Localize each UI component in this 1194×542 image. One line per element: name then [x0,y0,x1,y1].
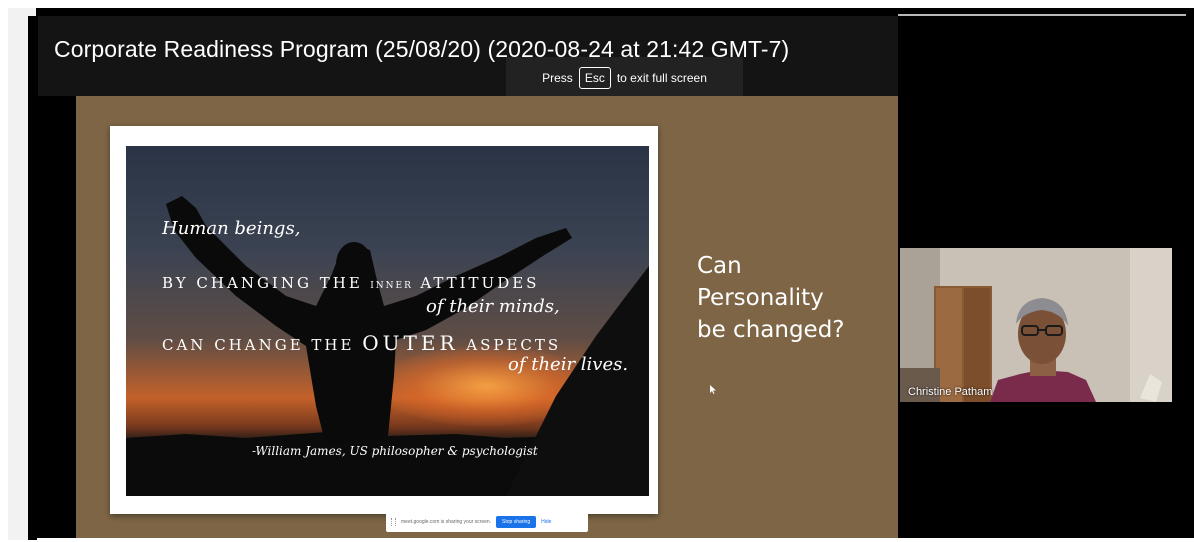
hint-prefix: Press [542,70,573,85]
slide-question: Can Personality be changed? [697,250,845,346]
drag-handle-icon[interactable] [391,518,396,526]
esc-key[interactable]: Esc [578,66,611,89]
participant-video [900,248,1172,402]
share-message: meet.google.com is sharing your screen. [401,519,492,525]
quote-line-4b: OUTER [362,331,459,355]
left-window-border [28,16,37,540]
quote-line-4: CAN CHANGE THE OUTER ASPECTS [162,331,561,355]
question-part-1: Can [697,253,742,279]
quote-line-1: Human beings, [162,218,301,239]
question-part-3: be changed? [697,317,845,343]
quote-line-2c: ATTITUDES [420,274,540,292]
quote-photo: Human beings, BY CHANGING THE INNER ATTI… [126,146,649,496]
quote-line-2b: INNER [370,281,413,291]
stop-sharing-button[interactable]: Stop sharing [496,516,537,528]
quote-line-2: BY CHANGING THE INNER ATTITUDES [162,274,539,292]
hide-button[interactable]: Hide [541,519,551,525]
quote-line-3: of their minds, [426,296,560,317]
participant-name: Christine Patham [908,386,993,398]
quote-line-5: of their lives. [508,354,629,375]
quote-line-4a: CAN CHANGE THE [162,336,355,354]
question-part-2: Personality [697,285,824,311]
screen-share-bar: meet.google.com is sharing your screen. … [386,512,588,532]
participant-video-tile[interactable] [900,248,1172,402]
fullscreen-exit-hint: Press Esc to exit full screen [506,57,743,98]
quote-line-2a: BY CHANGING THE [162,274,363,292]
mouse-cursor-icon [710,385,716,394]
hint-suffix: to exit full screen [616,70,707,85]
window-divider [898,14,1186,16]
quote-author: -William James, US philosopher & psychol… [252,444,538,458]
quote-line-4c: ASPECTS [466,336,562,354]
